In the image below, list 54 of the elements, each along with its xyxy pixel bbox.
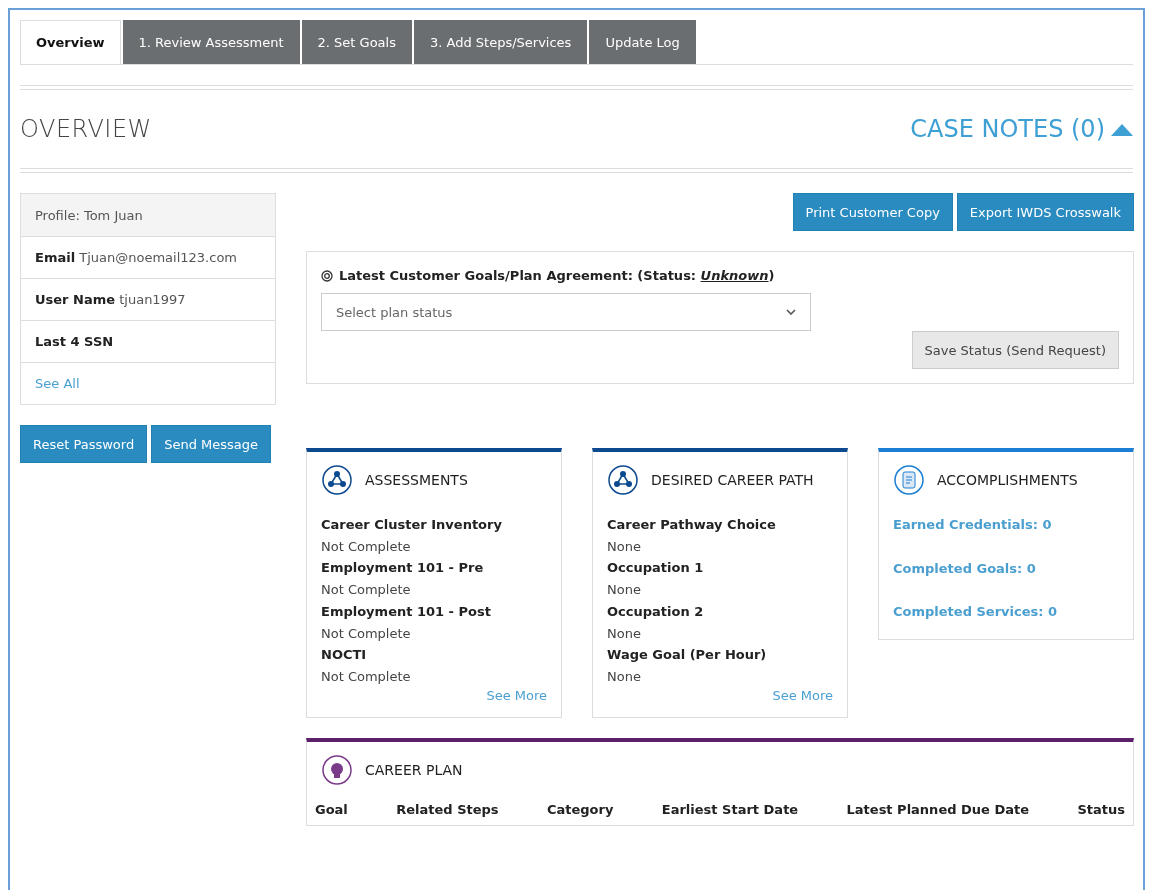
network-icon [321, 464, 353, 496]
lightbulb-icon [321, 753, 353, 786]
item-label: Employment 101 - Pre [321, 559, 485, 578]
network-icon [607, 464, 639, 496]
card-title: ACCOMPLISHMENTS [937, 472, 1078, 488]
column-header: Goal [315, 801, 348, 817]
item-value: None [607, 537, 642, 556]
column-header: Category [546, 801, 614, 817]
item-value: Not Complete [321, 537, 412, 556]
agreement-title: Latest Customer Goals/Plan Agreement: (Status: Unknown) [339, 268, 775, 283]
item-value: None [607, 624, 642, 643]
tab[interactable]: 2. Set Goals [301, 20, 412, 64]
item-value: Not Complete [321, 624, 412, 643]
column-header: Related Steps [396, 801, 499, 817]
column-header: Status [1077, 801, 1125, 817]
item-label: Occupation 2 [607, 602, 705, 621]
item-label: Career Pathway Choice [607, 516, 777, 534]
accomplishment-link[interactable]: Earned Credentials: 0 [893, 514, 1119, 536]
tab[interactable]: 3. Add Steps/Services [413, 20, 588, 64]
item-value: None [607, 581, 642, 600]
page-title: OVERVIEW [20, 115, 152, 143]
item-label: NOCTI [321, 646, 368, 665]
caret-icon [1111, 122, 1133, 136]
column-header: Earliest Start Date [661, 801, 799, 817]
item-value: Not Complete [321, 667, 412, 686]
see-more-link[interactable]: See More [772, 687, 833, 703]
plan-status-select[interactable]: Select plan status [321, 293, 811, 331]
tab[interactable]: Update Log [589, 20, 696, 64]
card-title: CAREER PLAN [365, 761, 463, 778]
accomplishment-link[interactable]: Completed Goals: 0 [893, 557, 1119, 580]
export-button[interactable]: Export IWDS Crosswalk [956, 193, 1134, 231]
item-label: Occupation 1 [607, 559, 705, 578]
tab[interactable]: Overview [20, 20, 121, 64]
profile-header: Profile: Tom Juan [21, 194, 275, 236]
item-label: Wage Goal (Per Hour) [607, 646, 768, 665]
profile-button[interactable]: Reset Password [20, 425, 148, 463]
column-header: Latest Planned Due Date [846, 801, 1029, 817]
tab[interactable]: 1. Review Assessment [122, 20, 300, 64]
item-value: None [607, 667, 642, 686]
item-label: Employment 101 - Post [321, 602, 492, 621]
export-button[interactable]: Print Customer Copy [792, 193, 953, 231]
case-notes-toggle[interactable]: CASE NOTES (0) [910, 115, 1133, 143]
card-title: DESIRED CAREER PATH [651, 472, 814, 488]
see-more-link[interactable]: See More [486, 687, 547, 703]
item-value: Not Complete [321, 581, 412, 600]
profile-button[interactable]: Send Message [151, 425, 272, 463]
see-all-link[interactable]: See All [35, 376, 80, 391]
accomplishment-link[interactable]: Completed Services: 0 [893, 601, 1119, 624]
target-icon [321, 269, 333, 282]
item-label: Career Cluster Inventory [321, 516, 503, 534]
chevron-down-icon [786, 309, 796, 315]
save-status-button[interactable]: Save Status (Send Request) [911, 331, 1119, 369]
card-title: ASSESSMENTS [365, 472, 468, 488]
clipboard-icon [893, 464, 925, 496]
